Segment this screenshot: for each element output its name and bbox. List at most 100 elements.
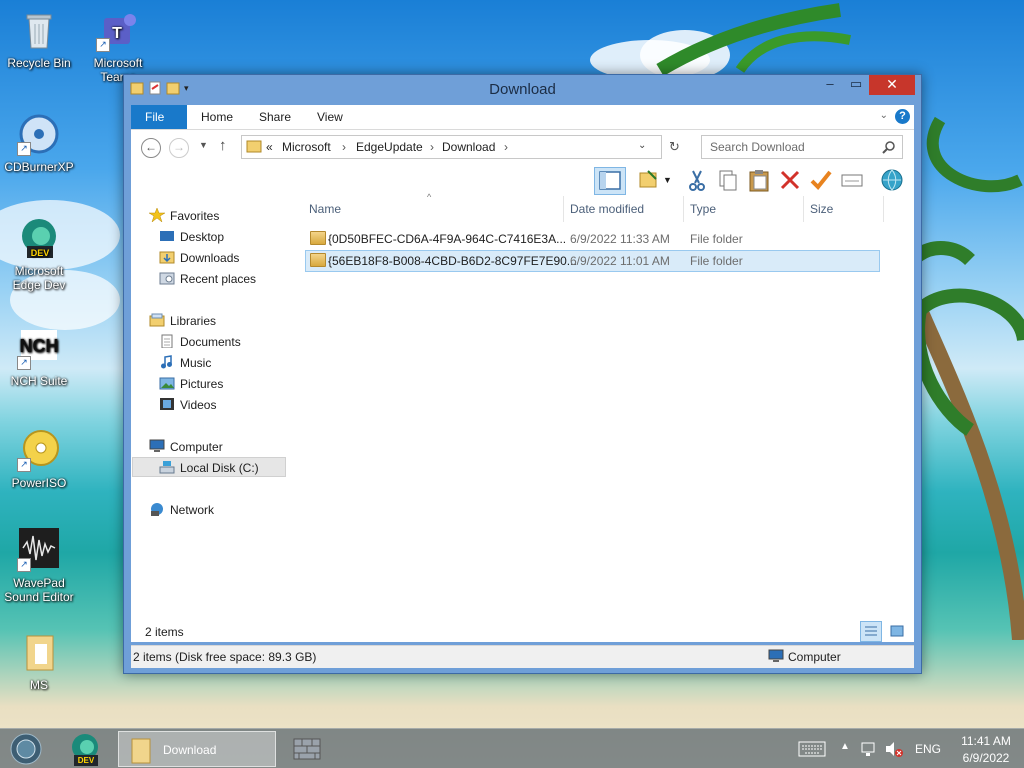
network-status-icon[interactable]: [860, 740, 878, 761]
address-dropdown-icon[interactable]: ⌄: [638, 140, 646, 151]
desktop-icon-wavepad[interactable]: ↗ WavePad Sound Editor: [1, 528, 77, 604]
desktop-icon-label: Microsoft Edge Dev: [12, 264, 66, 292]
desktop-icon-microsoft-teams[interactable]: T ↗ Microsoft Teams: [80, 8, 156, 84]
tab-share[interactable]: Share: [245, 105, 305, 129]
folder-icon: [310, 251, 326, 271]
close-button[interactable]: ✕: [869, 75, 915, 95]
globe-icon[interactable]: [879, 167, 905, 193]
nav-favorites[interactable]: Favorites: [148, 206, 219, 226]
delete-icon[interactable]: [777, 167, 803, 193]
desktop-icon: [159, 229, 175, 243]
sort-indicator-icon: ^: [427, 192, 432, 202]
file-name: {0D50BFEC-CD6A-4F9A-964C-C7416E3A...: [328, 232, 567, 246]
details-view-button[interactable]: [860, 621, 882, 642]
search-placeholder: Search Download: [710, 140, 805, 154]
paste-icon[interactable]: [746, 167, 772, 193]
properties-icon[interactable]: [839, 167, 865, 193]
breadcrumb-download[interactable]: Download: [442, 140, 495, 154]
tab-home[interactable]: Home: [187, 105, 247, 129]
language-indicator[interactable]: ENG: [915, 742, 941, 756]
file-row[interactable]: {0D50BFEC-CD6A-4F9A-964C-C7416E3A... 6/9…: [305, 229, 878, 249]
svg-text:DEV: DEV: [31, 248, 50, 258]
help-icon[interactable]: ?: [895, 109, 910, 124]
recycle-bin-icon: [17, 8, 61, 52]
column-header-type[interactable]: Type: [690, 202, 716, 216]
minimize-button[interactable]: –: [817, 75, 843, 95]
preview-pane-button[interactable]: [594, 167, 626, 195]
cut-icon[interactable]: [684, 167, 710, 193]
column-header-name[interactable]: Name: [309, 202, 341, 216]
rename-icon[interactable]: [808, 167, 834, 193]
taskbar-explorer-window[interactable]: Download: [118, 731, 276, 767]
volume-muted-icon[interactable]: [884, 740, 904, 761]
start-button[interactable]: [6, 731, 46, 767]
edge-dev-badge: DEV: [77, 756, 95, 765]
nav-desktop[interactable]: Desktop: [159, 227, 224, 247]
breadcrumb-overflow[interactable]: «: [266, 140, 273, 154]
taskbar-app-icon[interactable]: [290, 731, 326, 767]
dropdown-arrow-icon[interactable]: ▼: [663, 167, 675, 193]
file-type: File folder: [690, 232, 743, 246]
breadcrumb-edgeupdate[interactable]: EdgeUpdate: [356, 140, 423, 154]
desktop-icon-poweriso[interactable]: ↗ PowerISO: [1, 428, 77, 490]
nav-recent-places[interactable]: Recent places: [159, 269, 256, 289]
nav-videos[interactable]: Videos: [159, 395, 216, 415]
clock-time[interactable]: 11:41 AM: [956, 734, 1016, 748]
tab-view[interactable]: View: [303, 105, 357, 129]
recent-locations-icon[interactable]: ▼: [199, 140, 208, 150]
column-header-size[interactable]: Size: [810, 202, 833, 216]
details-view-icon: [865, 626, 877, 636]
nav-pictures[interactable]: Pictures: [159, 374, 223, 394]
tab-file[interactable]: File: [131, 105, 187, 129]
desktop-icon-ms-folder[interactable]: MS: [1, 630, 77, 692]
nav-downloads[interactable]: Downloads: [159, 248, 239, 268]
breadcrumb-microsoft[interactable]: Microsoft: [282, 140, 331, 154]
downloads-folder-icon: [159, 250, 175, 264]
nav-libraries[interactable]: Libraries: [149, 311, 216, 331]
palm-tree-top: [656, 3, 851, 77]
desktop-icon-edge-dev[interactable]: DEV Microsoft Edge Dev: [1, 216, 77, 292]
nav-network[interactable]: Network: [149, 500, 214, 520]
desktop-icon-cdburnerxp[interactable]: ↗ CDBurnerXP: [1, 112, 77, 174]
refresh-icon[interactable]: ↻: [669, 139, 680, 155]
folder-icon: [246, 139, 262, 156]
nav-local-disk[interactable]: Local Disk (C:): [132, 457, 286, 477]
nav-computer[interactable]: Computer: [149, 437, 223, 457]
desktop-icon-nch-suite[interactable]: NCH ↗ NCH Suite: [1, 326, 77, 388]
nav-music[interactable]: Music: [159, 353, 211, 373]
recent-places-icon: [159, 271, 175, 285]
chevron-right-icon[interactable]: ›: [504, 140, 508, 154]
desktop-icon-recycle-bin[interactable]: Recycle Bin: [1, 8, 77, 70]
explorer-window[interactable]: ▾ Download – ▭ ✕ File Home Share View ⌄ …: [123, 74, 922, 674]
file-row[interactable]: {56EB18F8-B008-4CBD-B6D2-8C97FE7E90... 6…: [305, 250, 880, 272]
taskbar-window-title: Download: [163, 743, 217, 757]
desktop-icon-label: NCH Suite: [10, 374, 68, 388]
address-bar[interactable]: « Microsoft › EdgeUpdate › Download › ⌄: [241, 135, 662, 159]
svg-text:NCH: NCH: [20, 336, 59, 356]
item-count-bar: 2 items: [131, 621, 914, 642]
large-icons-view-button[interactable]: [888, 622, 906, 640]
forward-button[interactable]: →: [169, 138, 189, 158]
chevron-right-icon[interactable]: ›: [342, 140, 346, 154]
open-with-icon[interactable]: [636, 167, 662, 193]
search-icon[interactable]: [882, 140, 896, 154]
clock-date[interactable]: 6/9/2022: [956, 751, 1016, 765]
maximize-button[interactable]: ▭: [843, 75, 869, 95]
column-header-date-modified[interactable]: Date modified: [570, 202, 644, 216]
title-bar[interactable]: ▾ Download – ▭ ✕: [124, 75, 921, 105]
chevron-right-icon[interactable]: ›: [430, 140, 434, 154]
copy-icon[interactable]: [715, 167, 741, 193]
up-button[interactable]: ↑: [219, 137, 227, 154]
back-button[interactable]: ←: [141, 138, 161, 158]
expand-ribbon-icon[interactable]: ⌄: [880, 110, 888, 121]
cd-burner-icon: ↗: [17, 112, 61, 156]
desktop-icon-label: MS: [30, 678, 48, 692]
search-input[interactable]: Search Download: [701, 135, 903, 159]
file-name: {56EB18F8-B008-4CBD-B6D2-8C97FE7E90...: [328, 254, 577, 268]
taskbar-edge-dev[interactable]: DEV: [64, 731, 106, 767]
computer-icon: [149, 439, 165, 453]
keyboard-icon[interactable]: [798, 741, 826, 760]
shortcut-arrow-icon: ↗: [17, 356, 31, 370]
show-hidden-icons-icon[interactable]: ▲: [840, 741, 850, 752]
nav-documents[interactable]: Documents: [159, 332, 241, 352]
